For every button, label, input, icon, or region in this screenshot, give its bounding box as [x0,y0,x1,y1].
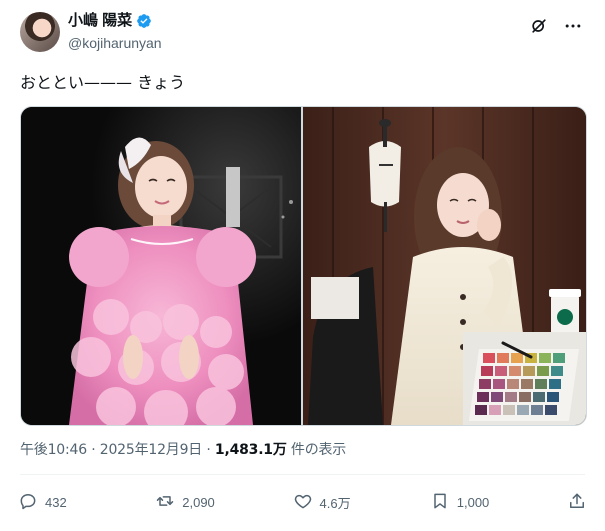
avatar[interactable] [20,12,60,52]
handle[interactable]: @kojiharunyan [68,33,162,53]
bookmark-button[interactable]: 1,000 [430,491,490,514]
tweet-photo-2[interactable] [303,107,586,425]
author-info: 小嶋 陽菜 @kojiharunyan [68,10,162,53]
share-icon [567,491,587,514]
tweet-photo-1[interactable] [21,107,301,425]
meta-separator: · [91,442,96,458]
more-icon[interactable] [561,14,585,38]
tweet-date[interactable]: 2025年12月9日 [100,442,203,458]
display-name[interactable]: 小嶋 陽菜 [68,11,132,31]
meta-separator: · [206,442,211,458]
view-count: 1,483.1万 [214,442,287,458]
media-grid [20,106,587,426]
reply-button[interactable]: 432 [18,491,78,514]
verified-badge-icon[interactable] [136,13,152,29]
tweet-meta: 午後10:46 · 2025年12月9日 · 1,483.1万 件の表示 [20,440,346,460]
share-button[interactable] [567,491,587,514]
tweet-header: 小嶋 陽菜 @kojiharunyan [20,10,585,60]
grok-icon[interactable] [527,14,551,38]
divider [20,474,585,475]
bookmark-count: 1,000 [456,494,490,510]
views-label: 件の表示 [286,442,347,458]
reply-icon [18,491,38,514]
like-button[interactable]: 4.6万 [293,491,353,514]
repost-icon [155,491,175,514]
bookmark-icon [430,491,450,514]
tweet-card: 小嶋 陽菜 @kojiharunyan おととい——— きょう 午後10:46 … [0,0,605,531]
heart-icon [293,491,313,514]
reply-count: 432 [45,494,67,510]
tweet-text: おととい——— きょう [20,73,186,92]
like-count: 4.6万 [319,495,351,511]
repost-button[interactable]: 2,090 [155,491,215,514]
tweet-actions: 432 2,090 4.6万 1,000 [18,490,587,514]
tweet-time[interactable]: 午後10:46 [20,442,87,458]
repost-count: 2,090 [182,494,215,510]
